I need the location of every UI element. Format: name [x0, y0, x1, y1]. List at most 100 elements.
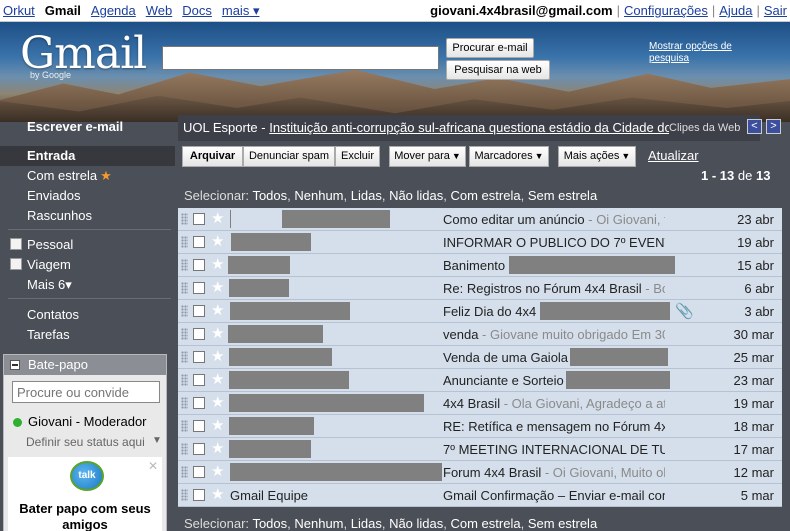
table-row[interactable]: ★ Forum 4x4 Brasil - Oi Giovani, Muito ol…: [178, 461, 782, 484]
product-link-orkut[interactable]: Orkut: [3, 3, 35, 19]
archive-button[interactable]: Arquivar: [182, 146, 243, 167]
row-checkbox[interactable]: [193, 305, 205, 317]
table-row[interactable]: ★ INFORMAR O PUBLICO DO 7º EVENTO 19 abr: [178, 231, 782, 254]
previous-clip-icon[interactable]: <: [747, 119, 762, 134]
select-starred[interactable]: Com estrela: [451, 516, 521, 531]
web-clip-headline[interactable]: Instituição anti-corrupção sul-africana …: [269, 120, 669, 135]
select-read[interactable]: Lidas: [351, 188, 382, 203]
star-icon[interactable]: ★: [211, 370, 224, 388]
compose-link[interactable]: Escrever e-mail: [27, 119, 123, 134]
select-read[interactable]: Lidas: [351, 516, 382, 531]
table-row[interactable]: ★ Anunciante e Sorteio 23 mar: [178, 369, 782, 392]
close-icon[interactable]: ✕: [148, 459, 158, 473]
drag-handle-icon[interactable]: [181, 466, 188, 478]
row-checkbox[interactable]: [193, 374, 205, 386]
table-row[interactable]: ★ RE: Retífica e mensagem no Fórum 4x4 18 …: [178, 415, 782, 438]
select-unread[interactable]: Não lidas: [389, 188, 443, 203]
product-link-agenda[interactable]: Agenda: [91, 3, 136, 19]
table-row[interactable]: ★ Venda de uma Gaiola 25 mar: [178, 346, 782, 369]
star-icon[interactable]: ★: [211, 393, 224, 411]
chat-status-field[interactable]: Definir seu status aqui: [26, 435, 144, 449]
report-spam-button[interactable]: Denunciar spam: [243, 146, 335, 167]
search-options-link[interactable]: Mostrar opções de pesquisa: [649, 41, 759, 65]
select-none[interactable]: Nenhum: [294, 516, 343, 531]
row-checkbox[interactable]: [193, 397, 205, 409]
product-link-gmail[interactable]: Gmail: [45, 3, 81, 19]
table-row[interactable]: ★ venda - Giovane muito obrigado Em 30 30 …: [178, 323, 782, 346]
select-all[interactable]: Todos: [252, 516, 287, 531]
next-clip-icon[interactable]: >: [766, 119, 781, 134]
label-viagem[interactable]: Viagem: [27, 257, 71, 272]
star-icon[interactable]: ★: [211, 347, 224, 365]
more-actions-dropdown[interactable]: Mais ações ▼: [558, 146, 636, 167]
nav-starred[interactable]: Com estrela ★: [27, 168, 112, 184]
nav-tasks[interactable]: Tarefas: [27, 327, 70, 342]
row-checkbox[interactable]: [193, 213, 205, 225]
more-labels-link[interactable]: Mais 6▾: [27, 277, 72, 293]
row-checkbox[interactable]: [193, 420, 205, 432]
settings-link[interactable]: Configurações: [624, 3, 708, 18]
table-row[interactable]: ★ Banimento 15 abr: [178, 254, 782, 277]
search-web-button[interactable]: Pesquisar na web: [446, 60, 550, 80]
select-unread[interactable]: Não lidas: [389, 516, 443, 531]
drag-handle-icon[interactable]: [181, 420, 188, 432]
row-checkbox[interactable]: [193, 489, 205, 501]
minimize-icon[interactable]: [10, 360, 20, 370]
select-unstarred[interactable]: Sem estrela: [528, 188, 597, 203]
drag-handle-icon[interactable]: [181, 397, 188, 409]
label-pessoal[interactable]: Pessoal: [27, 237, 73, 252]
table-row[interactable]: ★ 4x4 Brasil - Ola Giovani, Agradeço a at…: [178, 392, 782, 415]
table-row[interactable]: ★ Re: Registros no Fórum 4x4 Brasil - Bo 6…: [178, 277, 782, 300]
nav-contacts[interactable]: Contatos: [27, 307, 79, 322]
row-checkbox[interactable]: [193, 328, 205, 340]
select-unstarred[interactable]: Sem estrela: [528, 516, 597, 531]
mail-search-input[interactable]: [162, 46, 439, 70]
star-icon[interactable]: ★: [211, 209, 224, 227]
drag-handle-icon[interactable]: [181, 351, 188, 363]
delete-button[interactable]: Excluir: [335, 146, 380, 167]
star-icon[interactable]: ★: [211, 485, 224, 503]
more-products-link[interactable]: mais: [222, 3, 260, 19]
product-link-docs[interactable]: Docs: [182, 3, 212, 19]
table-row[interactable]: ★ 7º MEETING INTERNACIONAL DE TUI 17 mar: [178, 438, 782, 461]
row-checkbox[interactable]: [193, 443, 205, 455]
table-row[interactable]: ★ Gmail Equipe Gmail Confirmação – Enviar …: [178, 484, 782, 507]
row-checkbox[interactable]: [193, 236, 205, 248]
drag-handle-icon[interactable]: [181, 443, 188, 455]
drag-handle-icon[interactable]: [181, 489, 188, 501]
drag-handle-icon[interactable]: [181, 213, 188, 225]
row-checkbox[interactable]: [193, 282, 205, 294]
drag-handle-icon[interactable]: [181, 328, 188, 340]
sign-out-link[interactable]: Sair: [764, 3, 787, 18]
chevron-down-icon[interactable]: ▼: [152, 435, 162, 446]
drag-handle-icon[interactable]: [181, 374, 188, 386]
chat-user-name[interactable]: Giovani - Moderador: [28, 414, 164, 429]
refresh-link[interactable]: Atualizar: [648, 148, 699, 163]
drag-handle-icon[interactable]: [181, 259, 188, 271]
star-icon[interactable]: ★: [211, 324, 224, 342]
select-none[interactable]: Nenhum: [294, 188, 343, 203]
chat-search-input[interactable]: [12, 381, 160, 403]
select-all[interactable]: Todos: [252, 188, 287, 203]
star-icon[interactable]: ★: [211, 439, 224, 457]
row-checkbox[interactable]: [193, 259, 205, 271]
row-checkbox[interactable]: [193, 466, 205, 478]
star-icon[interactable]: ★: [211, 462, 224, 480]
web-clip[interactable]: UOL Esporte - Instituição anti-corrupção…: [183, 120, 669, 135]
star-icon[interactable]: ★: [211, 255, 224, 273]
labels-dropdown[interactable]: Marcadores ▼: [469, 146, 549, 167]
select-starred[interactable]: Com estrela: [451, 188, 521, 203]
product-link-web[interactable]: Web: [146, 3, 173, 19]
nav-inbox[interactable]: Entrada: [27, 148, 75, 163]
row-checkbox[interactable]: [193, 351, 205, 363]
drag-handle-icon[interactable]: [181, 282, 188, 294]
star-icon[interactable]: ★: [211, 301, 224, 319]
drag-handle-icon[interactable]: [181, 305, 188, 317]
table-row[interactable]: ★ Feliz Dia do 4x4 📎 3 abr: [178, 300, 782, 323]
nav-sent[interactable]: Enviados: [27, 188, 80, 203]
chat-header[interactable]: Bate-papo: [4, 355, 166, 375]
star-icon[interactable]: ★: [211, 416, 224, 434]
star-icon[interactable]: ★: [211, 232, 224, 250]
star-icon[interactable]: ★: [211, 278, 224, 296]
move-to-dropdown[interactable]: Mover para ▼: [389, 146, 466, 167]
